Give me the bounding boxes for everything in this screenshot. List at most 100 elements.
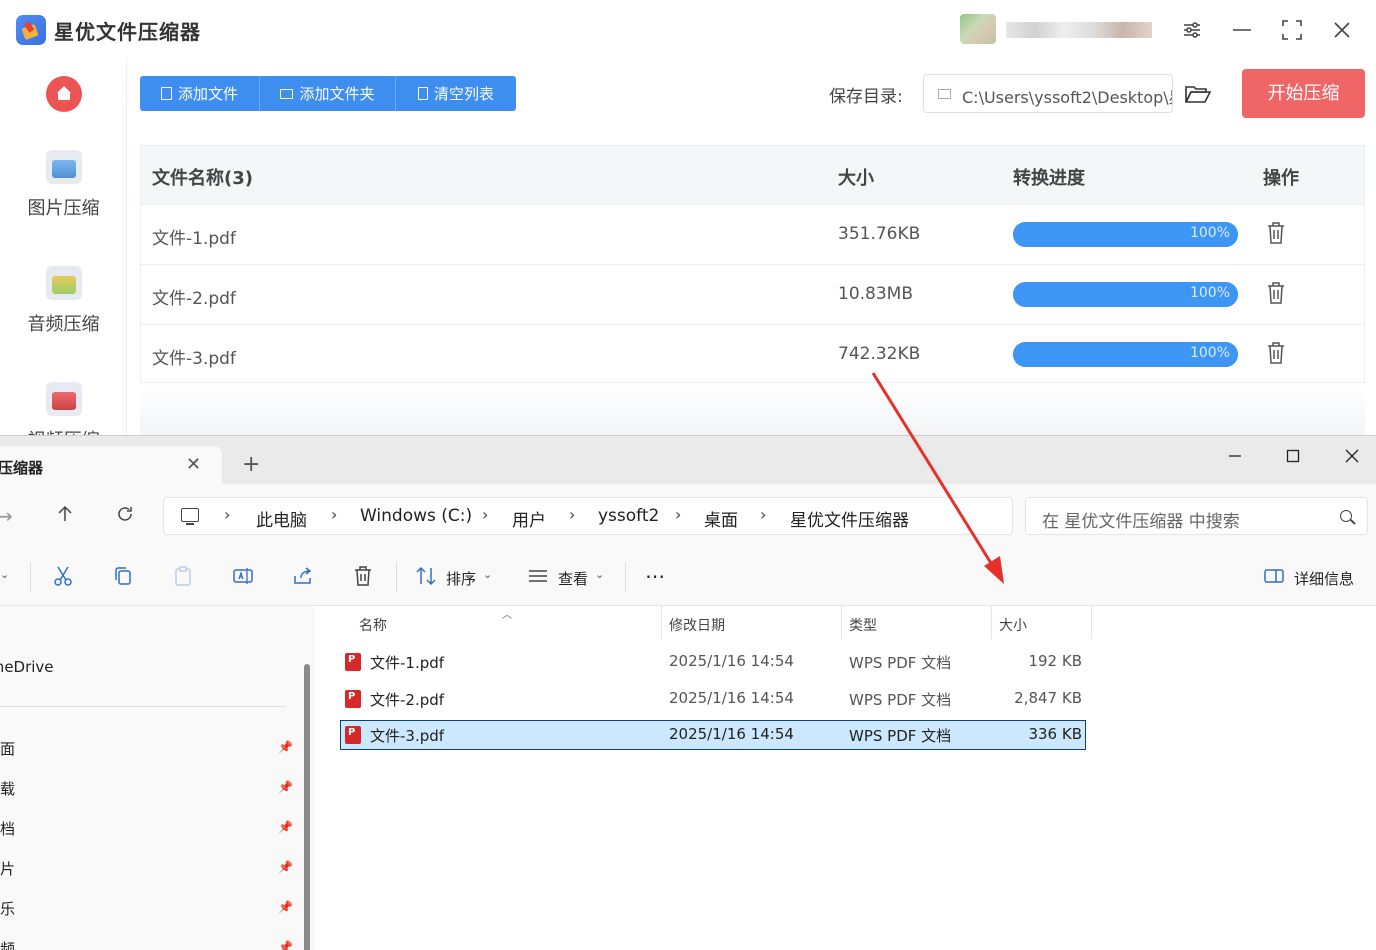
save-dir-input[interactable]: C:\Users\yssoft2\Desktop\星优文件压缩器 bbox=[923, 74, 1173, 113]
pin-icon: 📌 bbox=[278, 780, 293, 794]
search-input[interactable]: 在 星优文件压缩器 中搜索 bbox=[1025, 497, 1368, 535]
list-item[interactable]: 文件-1.pdf 2025/1/16 14:54 WPS PDF 文档 192 … bbox=[340, 647, 1086, 677]
maximize-icon[interactable] bbox=[1281, 444, 1305, 468]
list-item[interactable]: 文件-2.pdf 2025/1/16 14:54 WPS PDF 文档 2,84… bbox=[340, 684, 1086, 714]
table-row[interactable]: 文件-1.pdf 351.76KB 100% bbox=[141, 205, 1364, 265]
pin-icon: 📌 bbox=[278, 820, 293, 834]
progress-text: 100% bbox=[1189, 225, 1230, 241]
refresh-icon[interactable] bbox=[115, 504, 135, 529]
minimize-icon[interactable] bbox=[1230, 18, 1254, 42]
breadcrumb-item[interactable]: 星优文件压缩器 bbox=[790, 506, 909, 531]
sort-icon[interactable] bbox=[415, 565, 437, 587]
copy-icon[interactable] bbox=[112, 565, 134, 587]
app-logo-icon bbox=[16, 15, 46, 45]
clear-list-button[interactable]: 清空列表 bbox=[396, 76, 516, 111]
progress-bar: 100% bbox=[1013, 282, 1238, 307]
file-name: 文件-3.pdf bbox=[370, 727, 445, 745]
add-folder-button[interactable]: 添加文件夹 bbox=[260, 76, 396, 111]
address-row: → › 此电脑 › Windows (C:) › 用户 › yssoft2 › … bbox=[0, 484, 1376, 548]
app-title: 星优文件压缩器 bbox=[54, 20, 201, 44]
column-date[interactable]: 修改日期 bbox=[669, 615, 725, 635]
nav-item-videos[interactable]: 视频 bbox=[0, 938, 15, 950]
table-row[interactable]: 文件-2.pdf 10.83MB 100% bbox=[141, 265, 1364, 325]
chevron-right-icon: › bbox=[569, 505, 576, 524]
cut-icon[interactable] bbox=[52, 565, 74, 587]
nav-item-documents[interactable]: 文档 bbox=[0, 818, 15, 839]
breadcrumb-item[interactable]: 桌面 bbox=[704, 506, 738, 531]
tab-close-icon[interactable]: ✕ bbox=[186, 454, 201, 475]
nav-item-desktop[interactable]: 桌面 bbox=[0, 738, 15, 759]
divider bbox=[841, 606, 842, 639]
delete-icon[interactable] bbox=[1267, 282, 1285, 304]
nav-item-pictures[interactable]: 图片 bbox=[0, 858, 15, 879]
more-icon[interactable]: ⋯ bbox=[644, 565, 666, 587]
details-button[interactable]: 详细信息 bbox=[1294, 568, 1354, 589]
start-compress-button[interactable]: 开始压缩 bbox=[1242, 69, 1365, 118]
sidebar-item-image[interactable]: 图片压缩 bbox=[0, 150, 127, 240]
column-type[interactable]: 类型 bbox=[849, 615, 877, 635]
paste-icon bbox=[172, 565, 194, 587]
scrollbar[interactable] bbox=[304, 664, 310, 950]
nav-item-music[interactable]: 音乐 bbox=[0, 898, 15, 919]
file-type: WPS PDF 文档 bbox=[849, 654, 952, 672]
rename-icon[interactable] bbox=[232, 565, 254, 587]
view-button[interactable]: 查看 bbox=[558, 568, 588, 589]
chevron-right-icon: › bbox=[675, 505, 682, 524]
list-item-selected[interactable]: 文件-3.pdf 2025/1/16 14:54 WPS PDF 文档 336 … bbox=[340, 720, 1086, 750]
sort-button[interactable]: 排序 bbox=[446, 568, 476, 589]
breadcrumb-item[interactable]: yssoft2 bbox=[598, 506, 659, 526]
home-icon[interactable] bbox=[46, 76, 82, 112]
new-tab-icon[interactable]: + bbox=[242, 454, 260, 476]
address-bar[interactable]: › 此电脑 › Windows (C:) › 用户 › yssoft2 › 桌面… bbox=[163, 497, 1013, 535]
maximize-icon[interactable] bbox=[1280, 18, 1304, 42]
folder-icon bbox=[280, 88, 294, 99]
breadcrumb-item[interactable]: 此电脑 bbox=[256, 506, 307, 531]
user-avatar[interactable] bbox=[960, 14, 996, 44]
divider bbox=[625, 562, 626, 592]
command-bar: ⌄ 排序 ⌄ 查看 ⌄ ⋯ 详细信息 bbox=[0, 548, 1376, 606]
explorer-tab[interactable]: 星优文件压缩器 ✕ bbox=[0, 446, 222, 484]
image-compress-icon bbox=[46, 150, 82, 184]
breadcrumb-item[interactable]: 用户 bbox=[512, 506, 546, 531]
file-name: 文件-1.pdf bbox=[152, 229, 236, 249]
compressor-window: 星优文件压缩器 图片压缩 音频压缩 视频压缩 bbox=[0, 0, 1376, 437]
header-size: 大小 bbox=[838, 168, 874, 189]
delete-icon[interactable] bbox=[1267, 222, 1285, 244]
divider bbox=[991, 606, 992, 639]
breadcrumb-item[interactable]: Windows (C:) bbox=[360, 506, 472, 526]
delete-icon[interactable] bbox=[1267, 342, 1285, 364]
delete-icon[interactable] bbox=[352, 565, 374, 587]
column-size[interactable]: 大小 bbox=[999, 615, 1027, 635]
nav-item-onedrive[interactable]: OneDrive bbox=[0, 658, 54, 676]
nav-item-downloads[interactable]: 下载 bbox=[0, 778, 15, 799]
minimize-icon[interactable] bbox=[1223, 444, 1247, 468]
sidebar-item-audio[interactable]: 音频压缩 bbox=[0, 266, 127, 356]
close-icon[interactable] bbox=[1340, 444, 1364, 468]
pdf-file-icon bbox=[345, 653, 361, 671]
view-icon[interactable] bbox=[527, 565, 549, 587]
settings-icon[interactable] bbox=[1180, 18, 1204, 42]
file-type: WPS PDF 文档 bbox=[849, 727, 952, 745]
sidebar-item-video[interactable]: 视频压缩 bbox=[0, 382, 127, 437]
add-file-button[interactable]: 添加文件 bbox=[140, 76, 260, 111]
folder-open-icon[interactable] bbox=[1184, 84, 1212, 104]
details-pane-icon[interactable] bbox=[1263, 565, 1285, 587]
pin-icon: 📌 bbox=[278, 940, 293, 950]
close-icon[interactable] bbox=[1330, 18, 1354, 42]
file-size: 351.76KB bbox=[838, 224, 921, 244]
column-name[interactable]: 名称 bbox=[359, 615, 387, 635]
file-name: 文件-2.pdf bbox=[370, 691, 445, 709]
forward-icon[interactable]: → bbox=[0, 504, 13, 528]
share-icon[interactable] bbox=[292, 565, 314, 587]
table-row[interactable]: 文件-3.pdf 742.32KB 100% bbox=[141, 325, 1364, 385]
chevron-down-icon: ⌄ bbox=[483, 568, 493, 581]
file-size: 10.83MB bbox=[838, 284, 913, 304]
progress-bar: 100% bbox=[1013, 342, 1238, 367]
chevron-right-icon: › bbox=[482, 505, 489, 524]
chevron-down-icon[interactable]: ⌄ bbox=[0, 568, 9, 581]
up-icon[interactable] bbox=[55, 504, 75, 529]
file-size: 192 KB bbox=[1028, 652, 1082, 670]
pin-icon: 📌 bbox=[278, 860, 293, 874]
trash-icon bbox=[417, 87, 428, 100]
pin-icon: 📌 bbox=[278, 900, 293, 914]
